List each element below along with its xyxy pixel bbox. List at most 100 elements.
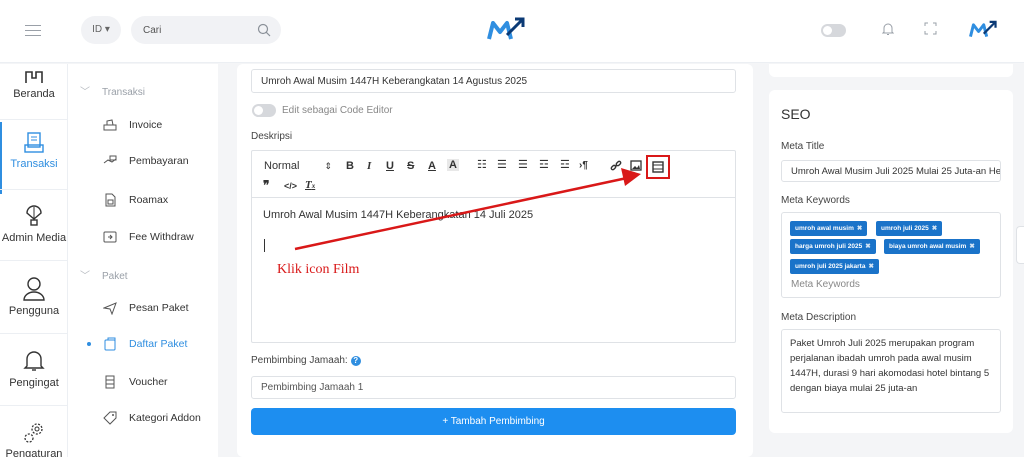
keyword-tag[interactable]: umroh juli 2025 jakarta ✖ [790,259,879,274]
receipt-icon [24,132,44,153]
avatar-logo-icon[interactable] [969,20,997,40]
meta-title-input[interactable]: Umroh Awal Musim Juli 2025 Mulai 25 Juta… [781,160,1001,182]
rail-item-transaksi[interactable]: Transaksi [0,122,68,194]
submenu-label: Pesan Paket [129,302,189,314]
text-cursor [264,239,265,252]
plane-icon [103,301,117,315]
submenu-label: Pembayaran [129,155,189,167]
section-paket[interactable]: ﹀ Paket [80,267,128,282]
section-label: Paket [102,271,128,282]
title-input[interactable]: Umroh Awal Musim 1447H Keberangkatan 14 … [251,69,736,93]
search-icon[interactable] [257,23,271,37]
meta-keywords-input[interactable]: umroh awal musim ✖ umroh juli 2025 ✖ harga… [781,212,1001,298]
rail-item-beranda[interactable]: Beranda [0,70,68,100]
icon-rail: Beranda Transaksi Admin Media Pengguna P… [0,64,68,457]
submenu-item-fee-withdraw[interactable]: Fee Withdraw [103,230,194,244]
keyword-tag[interactable]: umroh juli 2025 ✖ [876,221,943,236]
top-bar: ID ▾ [0,0,1024,63]
language-select[interactable]: ID ▾ [81,16,121,44]
keyword-tag-label: umroh juli 2025 jakarta [795,263,866,270]
bell-icon [23,351,45,371]
active-bullet [87,342,91,346]
rail-item-pengguna[interactable]: Pengguna [0,277,68,317]
pembimbing-label-text: Pembimbing Jamaah: [251,355,348,366]
meta-description-textarea[interactable]: Paket Umroh Juli 2025 merupakan program … [781,329,1001,413]
submenu-label: Daftar Paket [129,338,188,350]
submenu-item-invoice[interactable]: Invoice [103,119,162,131]
rail-item-pengaturan[interactable]: Pengaturan [0,420,68,457]
keyword-tag-label: umroh awal musim [795,225,854,232]
remove-tag-icon[interactable]: ✖ [857,225,862,232]
sim-card-icon [103,193,117,207]
tag-icon [103,411,117,425]
keyword-tag[interactable]: umroh awal musim ✖ [790,221,868,236]
search-box[interactable] [131,16,281,44]
add-pembimbing-button[interactable]: + Tambah Pembimbing [251,408,736,435]
submenu-label: Invoice [129,119,163,131]
remove-tag-icon[interactable]: ✖ [969,243,974,250]
submenu-label: Voucher [129,376,168,388]
section-label: Transaksi [102,87,145,98]
seo-card: SEO Meta Title Umroh Awal Musim Juli 202… [769,90,1013,433]
right-top-card [769,64,1013,77]
submenu-item-voucher[interactable]: Voucher [103,375,168,389]
menu-toggle-icon[interactable] [25,25,41,37]
rail-label: Pengaturan [5,448,63,457]
rail-label: Pengingat [9,377,59,389]
package-form: Umroh Awal Musim 1447H Keberangkatan 14 … [237,64,753,457]
bell-icon[interactable] [882,22,894,36]
rail-label: Transaksi [10,158,58,170]
rail-item-pengingat[interactable]: Pengingat [0,349,68,389]
blockquote-icon[interactable]: ❞ [263,179,269,191]
invoice-icon [103,119,117,131]
annotation-arrow [294,168,641,251]
film-icon[interactable] [652,161,664,173]
remove-tag-icon[interactable]: ✖ [868,263,873,270]
code-editor-label: Edit sebagai Code Editor [282,105,393,116]
theme-toggle[interactable] [821,24,846,37]
pembimbing-input[interactable]: Pembimbing Jamaah 1 [251,376,736,399]
pembimbing-label: Pembimbing Jamaah:? [251,355,361,366]
package-list-icon [103,337,117,351]
side-panel-handle[interactable] [1016,226,1024,264]
search-input[interactable] [143,16,253,44]
chevron-down-icon: ﹀ [80,87,90,98]
brand-logo-icon[interactable] [487,17,525,43]
withdraw-icon [103,230,117,244]
help-icon[interactable]: ? [350,356,361,366]
remove-tag-icon[interactable]: ✖ [932,225,937,232]
voucher-icon [103,375,117,389]
rail-item-admin-media[interactable]: Admin Media [0,204,68,244]
submenu-label: Fee Withdraw [129,231,194,243]
submenu-item-roamax[interactable]: Roamax [103,193,168,207]
seo-title: SEO [781,106,811,122]
description-label: Deskripsi [251,131,293,142]
code-editor-switch[interactable] [252,104,276,117]
meta-keywords-label: Meta Keywords [781,195,850,206]
fullscreen-icon[interactable] [924,22,937,35]
annotation-text: Klik icon Film [277,262,360,277]
submenu-item-pesan-paket[interactable]: Pesan Paket [103,301,189,315]
keyword-tag-label: umroh juli 2025 [881,225,929,232]
keyword-tag[interactable]: biaya umroh awal musim ✖ [884,239,980,254]
section-transaksi[interactable]: ﹀ Transaksi [80,83,145,98]
gear-icon [24,423,43,443]
user-icon [23,277,45,301]
keywords-placeholder: Meta Keywords [791,279,860,290]
chevron-down-icon: ﹀ [80,271,90,282]
keyword-tag[interactable]: harga umroh juli 2025 ✖ [790,239,876,254]
balloon-icon [26,205,42,226]
submenu-item-daftar-paket[interactable]: Daftar Paket [103,337,187,351]
submenu-label: Kategori Addon [129,412,201,424]
submenu-item-kategori-addon[interactable]: Kategori Addon [103,411,201,425]
keyword-tag-label: biaya umroh awal musim [889,243,967,250]
submenu-item-pembayaran[interactable]: Pembayaran [103,155,189,167]
remove-tag-icon[interactable]: ✖ [865,243,870,250]
rail-label: Pengguna [8,305,60,317]
payment-icon [103,155,117,167]
submenu-label: Roamax [129,194,169,206]
submenu-panel: ﹀ Transaksi Invoice Pembayaran Roamax Fee… [68,64,218,457]
rail-label: Admin Media [1,232,67,244]
rail-label: Beranda [13,88,55,100]
meta-title-label: Meta Title [781,141,825,152]
